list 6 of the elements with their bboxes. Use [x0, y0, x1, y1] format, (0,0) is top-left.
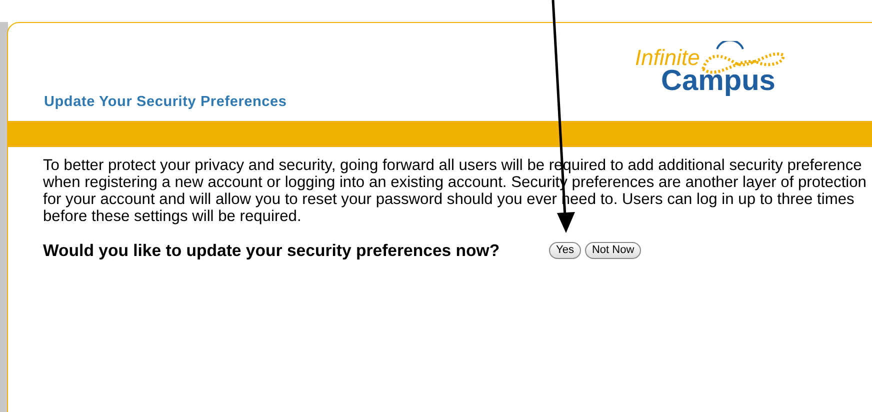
action-button[interactable]: Not Now	[584, 242, 642, 260]
page-title: Update Your Security Preferences	[44, 93, 287, 112]
logo-text: Infinite	[635, 47, 700, 69]
logo-text: Campus	[661, 67, 776, 96]
action-button[interactable]: Yes	[549, 242, 581, 260]
question-text: Would you like to update your security preferences now?	[43, 240, 501, 262]
